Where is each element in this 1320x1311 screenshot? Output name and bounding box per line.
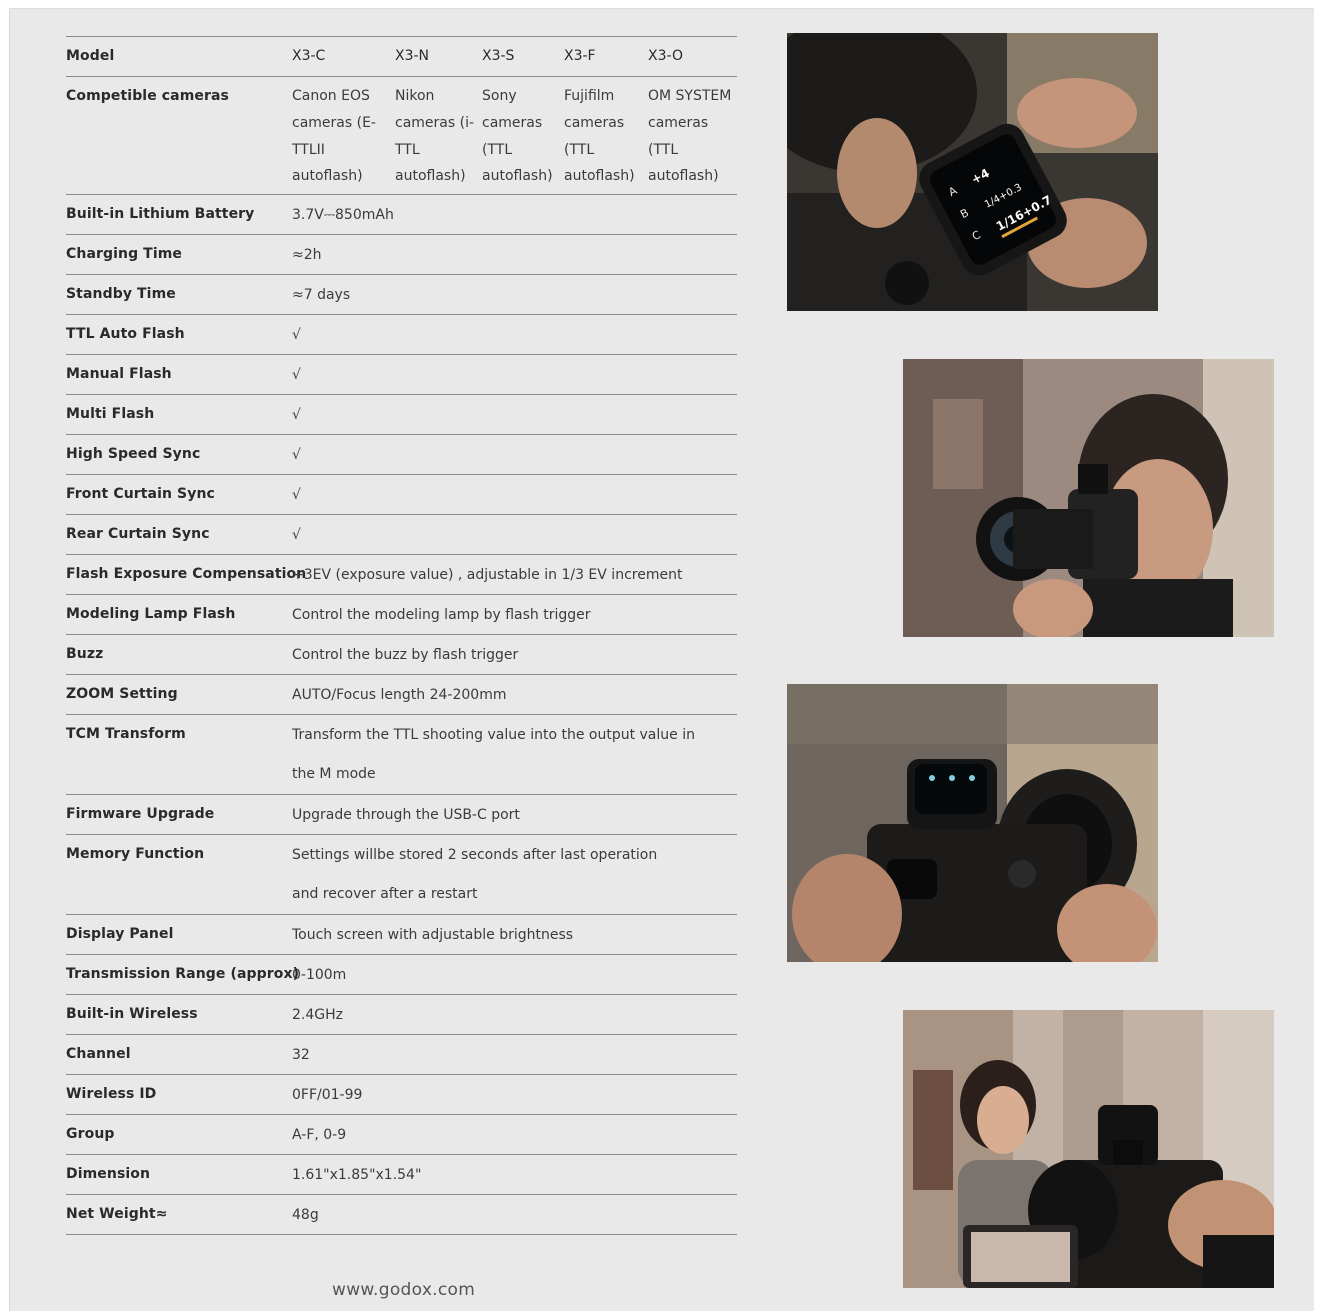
table-row: Display Panel Touch screen with adjustab… bbox=[66, 915, 737, 955]
compatible-x3-o: OM SYSTEM cameras (TTL autoflash) bbox=[648, 88, 732, 185]
table-row: Multi Flash √ bbox=[66, 395, 737, 435]
table-row: Buzz Control the buzz by flash trigger bbox=[66, 635, 737, 675]
table-row: ZOOM Setting AUTO/Focus length 24-200mm bbox=[66, 675, 737, 715]
row-value: +3EV (exposure value) , adjustable in 1/… bbox=[292, 567, 683, 584]
table-row: Rear Curtain Sync √ bbox=[66, 515, 737, 555]
woman-street-illustration bbox=[903, 1010, 1274, 1288]
table-row: Manual Flash √ bbox=[66, 355, 737, 395]
table-row: Flash Exposure Compensation +3EV (exposu… bbox=[66, 555, 737, 595]
row-value: ≈7 days bbox=[292, 287, 351, 304]
row-value: 0FF/01-99 bbox=[292, 1087, 363, 1104]
row-value: 1.61"x1.85"x1.54" bbox=[292, 1167, 422, 1184]
table-row: Standby Time ≈7 days bbox=[66, 275, 737, 315]
check-mark: √ bbox=[292, 487, 301, 504]
table-row: Firmware Upgrade Upgrade through the USB… bbox=[66, 795, 737, 835]
photo-man-shooting-camera bbox=[903, 359, 1274, 637]
table-row: Front Curtain Sync √ bbox=[66, 475, 737, 515]
row-value: AUTO/Focus length 24-200mm bbox=[292, 687, 507, 704]
table-row: TTL Auto Flash √ bbox=[66, 315, 737, 355]
row-label: Channel bbox=[66, 1046, 131, 1063]
row-label: Flash Exposure Compensation bbox=[66, 566, 307, 583]
row-label: TCM Transform bbox=[66, 726, 186, 743]
row-value: Settings willbe stored 2 seconds after l… bbox=[292, 847, 658, 903]
row-label: Buzz bbox=[66, 646, 104, 663]
row-label: Built-in Wireless bbox=[66, 1006, 198, 1023]
header-row: Model X3-C X3-N X3-S X3-F X3-O bbox=[66, 36, 737, 77]
table-row: Group A-F, 0-9 bbox=[66, 1115, 737, 1155]
table-row: Modeling Lamp Flash Control the modeling… bbox=[66, 595, 737, 635]
website-link[interactable]: www.godox.com bbox=[332, 1280, 475, 1300]
row-value: 0-100m bbox=[292, 967, 347, 984]
check-mark: √ bbox=[292, 407, 301, 424]
model-x3-o: X3-O bbox=[648, 48, 683, 64]
check-mark: √ bbox=[292, 327, 301, 344]
table-row: Dimension 1.61"x1.85"x1.54" bbox=[66, 1155, 737, 1195]
row-value: Touch screen with adjustable brightness bbox=[292, 927, 574, 944]
row-label: Manual Flash bbox=[66, 366, 172, 383]
model-x3-f: X3-F bbox=[564, 48, 596, 64]
row-label: Group bbox=[66, 1126, 115, 1143]
row-label: Standby Time bbox=[66, 286, 176, 303]
row-label: Modeling Lamp Flash bbox=[66, 606, 236, 623]
compatible-x3-n: Nikon cameras (i-TTL autoflash) bbox=[395, 88, 475, 185]
table-row: Memory Function Settings willbe stored 2… bbox=[66, 835, 737, 915]
table-row: Built-in Lithium Battery 3.7V⎓850mAh bbox=[66, 195, 737, 235]
photo-woman-street-shoot bbox=[903, 1010, 1274, 1288]
row-label: Competible cameras bbox=[66, 88, 229, 104]
row-label: Net Weight≈ bbox=[66, 1206, 168, 1223]
table-row: Channel 32 bbox=[66, 1035, 737, 1075]
check-mark: √ bbox=[292, 527, 301, 544]
row-value: Upgrade through the USB-C port bbox=[292, 807, 520, 824]
row-label: Multi Flash bbox=[66, 406, 155, 423]
model-x3-s: X3-S bbox=[482, 48, 515, 64]
row-label: High Speed Sync bbox=[66, 446, 201, 463]
row-value: Transform the TTL shooting value into th… bbox=[292, 727, 695, 783]
row-label: Firmware Upgrade bbox=[66, 806, 215, 823]
row-label: Display Panel bbox=[66, 926, 174, 943]
man-camera-illustration bbox=[903, 359, 1274, 637]
row-label: Transmission Range (approx) bbox=[66, 966, 300, 983]
row-value: 2.4GHz bbox=[292, 1007, 343, 1024]
photo-hands-trigger-screen: A B C +4 1/4+0.3 1/16+0.7 bbox=[787, 33, 1158, 311]
table-row: TCM Transform Transform the TTL shooting… bbox=[66, 715, 737, 795]
row-label: Model bbox=[66, 48, 115, 64]
row-label: Dimension bbox=[66, 1166, 151, 1183]
model-x3-c: X3-C bbox=[292, 48, 326, 64]
row-label: Built-in Lithium Battery bbox=[66, 206, 255, 223]
row-label: Wireless ID bbox=[66, 1086, 157, 1103]
row-label: ZOOM Setting bbox=[66, 686, 178, 703]
row-label: Rear Curtain Sync bbox=[66, 526, 210, 543]
row-value: 3.7V⎓850mAh bbox=[292, 207, 394, 224]
row-value: 48g bbox=[292, 1207, 319, 1224]
table-row: Charging Time ≈2h bbox=[66, 235, 737, 275]
table-row: Wireless ID 0FF/01-99 bbox=[66, 1075, 737, 1115]
row-label: Memory Function bbox=[66, 846, 205, 863]
compatible-x3-s: Sony cameras (TTL autoflash) bbox=[482, 88, 553, 185]
row-value: Control the buzz by flash trigger bbox=[292, 647, 519, 664]
row-value: 32 bbox=[292, 1047, 310, 1064]
row-label: TTL Auto Flash bbox=[66, 326, 185, 343]
spec-table: Model X3-C X3-N X3-S X3-F X3-O Competibl… bbox=[66, 36, 737, 1235]
compatible-x3-c: Canon EOS cameras (E-TTLII autoflash) bbox=[292, 88, 376, 185]
photo-trigger-on-camera bbox=[787, 684, 1158, 962]
row-label: Charging Time bbox=[66, 246, 183, 263]
table-row: Net Weight≈ 48g bbox=[66, 1195, 737, 1235]
table-row: High Speed Sync √ bbox=[66, 435, 737, 475]
model-x3-n: X3-N bbox=[395, 48, 430, 64]
row-value: A-F, 0-9 bbox=[292, 1127, 347, 1144]
table-row: Built-in Wireless 2.4GHz bbox=[66, 995, 737, 1035]
compatible-row: Competible cameras Canon EOS cameras (E-… bbox=[66, 77, 737, 195]
row-value: ≈2h bbox=[292, 247, 322, 264]
row-value: Control the modeling lamp by flash trigg… bbox=[292, 607, 591, 624]
check-mark: √ bbox=[292, 447, 301, 464]
trigger-screen-illustration: A B C +4 1/4+0.3 1/16+0.7 bbox=[787, 33, 1158, 311]
row-label: Front Curtain Sync bbox=[66, 486, 215, 503]
check-mark: √ bbox=[292, 367, 301, 384]
table-row: Transmission Range (approx) 0-100m bbox=[66, 955, 737, 995]
compatible-x3-f: Fujifilm cameras (TTL autoflash) bbox=[564, 88, 635, 185]
trigger-on-camera-illustration bbox=[787, 684, 1158, 962]
